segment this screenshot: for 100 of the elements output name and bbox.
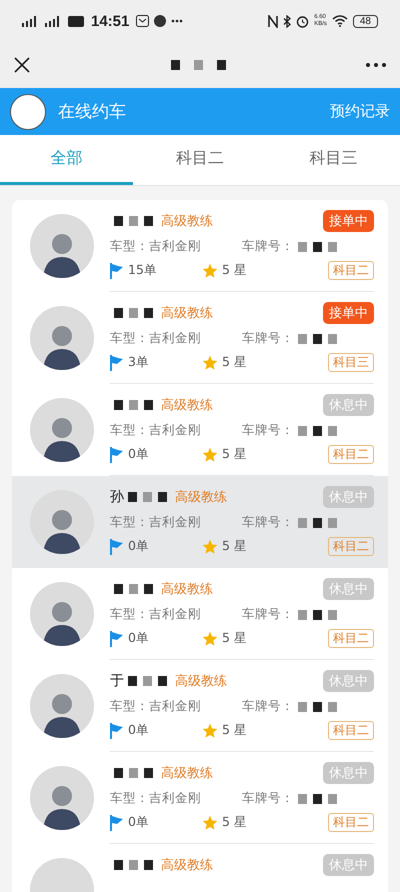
- redacted-name: [128, 492, 167, 502]
- redacted-name: [114, 584, 153, 594]
- close-icon[interactable]: [14, 57, 30, 73]
- redacted-name: [128, 676, 167, 686]
- more-icon[interactable]: [366, 63, 386, 67]
- subject-tag: 科目三: [328, 353, 374, 372]
- person-silhouette-icon: [43, 510, 81, 554]
- logo-image: [10, 94, 46, 130]
- car-model: 车型：吉利金刚: [110, 698, 202, 715]
- rating-text: 5 星: [222, 446, 248, 463]
- redacted-name: [114, 400, 153, 410]
- subject-tag: 科目二: [328, 261, 374, 280]
- order-count: 0单: [128, 814, 150, 831]
- star-icon: [202, 630, 218, 646]
- flag-icon: [110, 446, 124, 462]
- coach-level: 高级教练: [161, 765, 214, 782]
- alarm-icon: [296, 14, 310, 28]
- clock-time: 14:51: [91, 12, 130, 30]
- plate-label: 车牌号：: [242, 606, 294, 623]
- redacted-plate: [298, 518, 337, 528]
- tab[interactable]: 科目二: [133, 135, 267, 185]
- redacted-name: [114, 216, 153, 226]
- car-model: 车型：吉利金刚: [110, 330, 202, 347]
- rating-text: 5 星: [222, 630, 248, 647]
- person-silhouette-icon: [43, 326, 81, 370]
- order-count: 0单: [128, 630, 150, 647]
- order-count: 15单: [128, 262, 158, 279]
- coach-row[interactable]: 高级教练 接单中 车型：吉利金刚 车牌号： 3单 5 星 科目三: [12, 292, 388, 384]
- plate-label: 车牌号：: [242, 698, 294, 715]
- redacted-title: [170, 60, 226, 70]
- star-icon: [202, 722, 218, 738]
- flag-icon: [110, 814, 124, 830]
- person-silhouette-icon: [43, 234, 81, 278]
- person-silhouette-icon: [43, 694, 81, 738]
- flag-icon: [110, 354, 124, 370]
- redacted-plate: [298, 702, 337, 712]
- car-model: 车型：吉利金刚: [110, 514, 202, 531]
- star-icon: [202, 446, 218, 462]
- rating-text: 5 星: [222, 814, 248, 831]
- status-badge: 接单中: [323, 210, 374, 232]
- subject-tag: 科目二: [328, 813, 374, 832]
- battery-level: 48: [352, 14, 378, 28]
- app-notification-icon: [154, 15, 166, 27]
- mail-icon: [136, 15, 150, 27]
- coach-level: 高级教练: [161, 213, 214, 230]
- coach-name: 孙: [110, 488, 124, 506]
- redacted-plate: [298, 794, 337, 804]
- flag-icon: [110, 722, 124, 738]
- star-icon: [202, 262, 218, 278]
- plate-label: 车牌号：: [242, 330, 294, 347]
- star-icon: [202, 354, 218, 370]
- rating-text: 5 星: [222, 354, 248, 371]
- order-count: 3单: [128, 354, 150, 371]
- coach-level: 高级教练: [161, 857, 214, 874]
- car-model: 车型：吉利金刚: [110, 606, 202, 623]
- coach-name: 于: [110, 672, 124, 690]
- plate-label: 车牌号：: [242, 790, 294, 807]
- car-model: 车型：吉利金刚: [110, 790, 202, 807]
- flag-icon: [110, 262, 124, 278]
- more-dots-icon: [171, 19, 184, 23]
- person-silhouette-icon: [43, 786, 81, 830]
- status-badge: 接单中: [323, 302, 374, 324]
- plate-label: 车牌号：: [242, 514, 294, 531]
- order-count: 0单: [128, 722, 150, 739]
- subject-tag: 科目二: [328, 721, 374, 740]
- nfc-icon: [268, 14, 278, 28]
- coach-level: 高级教练: [175, 489, 228, 506]
- car-model: 车型：吉利金刚: [110, 422, 202, 439]
- coach-level: 高级教练: [161, 397, 214, 414]
- rating-text: 5 星: [222, 262, 248, 279]
- redacted-name: [114, 308, 153, 318]
- subject-tag: 科目二: [328, 537, 374, 556]
- person-silhouette-icon: [43, 602, 81, 646]
- redacted-name: [114, 860, 153, 870]
- tab[interactable]: 科目三: [266, 135, 400, 185]
- order-count: 0单: [128, 538, 150, 555]
- plate-label: 车牌号：: [242, 238, 294, 255]
- subject-tag: 科目二: [328, 445, 374, 464]
- redacted-name: [114, 768, 153, 778]
- coach-row[interactable]: 高级教练 接单中 车型：吉利金刚 车牌号： 15单 5 星 科目二: [12, 200, 388, 292]
- bluetooth-icon: [283, 14, 292, 28]
- order-count: 0单: [128, 446, 150, 463]
- rating-text: 5 星: [222, 538, 248, 555]
- coach-level: 高级教练: [161, 581, 214, 598]
- plate-label: 车牌号：: [242, 422, 294, 439]
- redacted-plate: [298, 426, 337, 436]
- star-icon: [202, 538, 218, 554]
- coach-level: 高级教练: [175, 673, 228, 690]
- page-title: 在线约车: [58, 101, 127, 123]
- wifi-icon: [332, 15, 348, 27]
- flag-icon: [110, 630, 124, 646]
- car-model: 车型：吉利金刚: [110, 238, 202, 255]
- rating-text: 5 星: [222, 722, 248, 739]
- star-icon: [202, 814, 218, 830]
- person-silhouette-icon: [43, 418, 81, 462]
- subject-tag: 科目二: [328, 629, 374, 648]
- redacted-plate: [298, 610, 337, 620]
- coach-level: 高级教练: [161, 305, 214, 322]
- flag-icon: [110, 538, 124, 554]
- redacted-plate: [298, 334, 337, 344]
